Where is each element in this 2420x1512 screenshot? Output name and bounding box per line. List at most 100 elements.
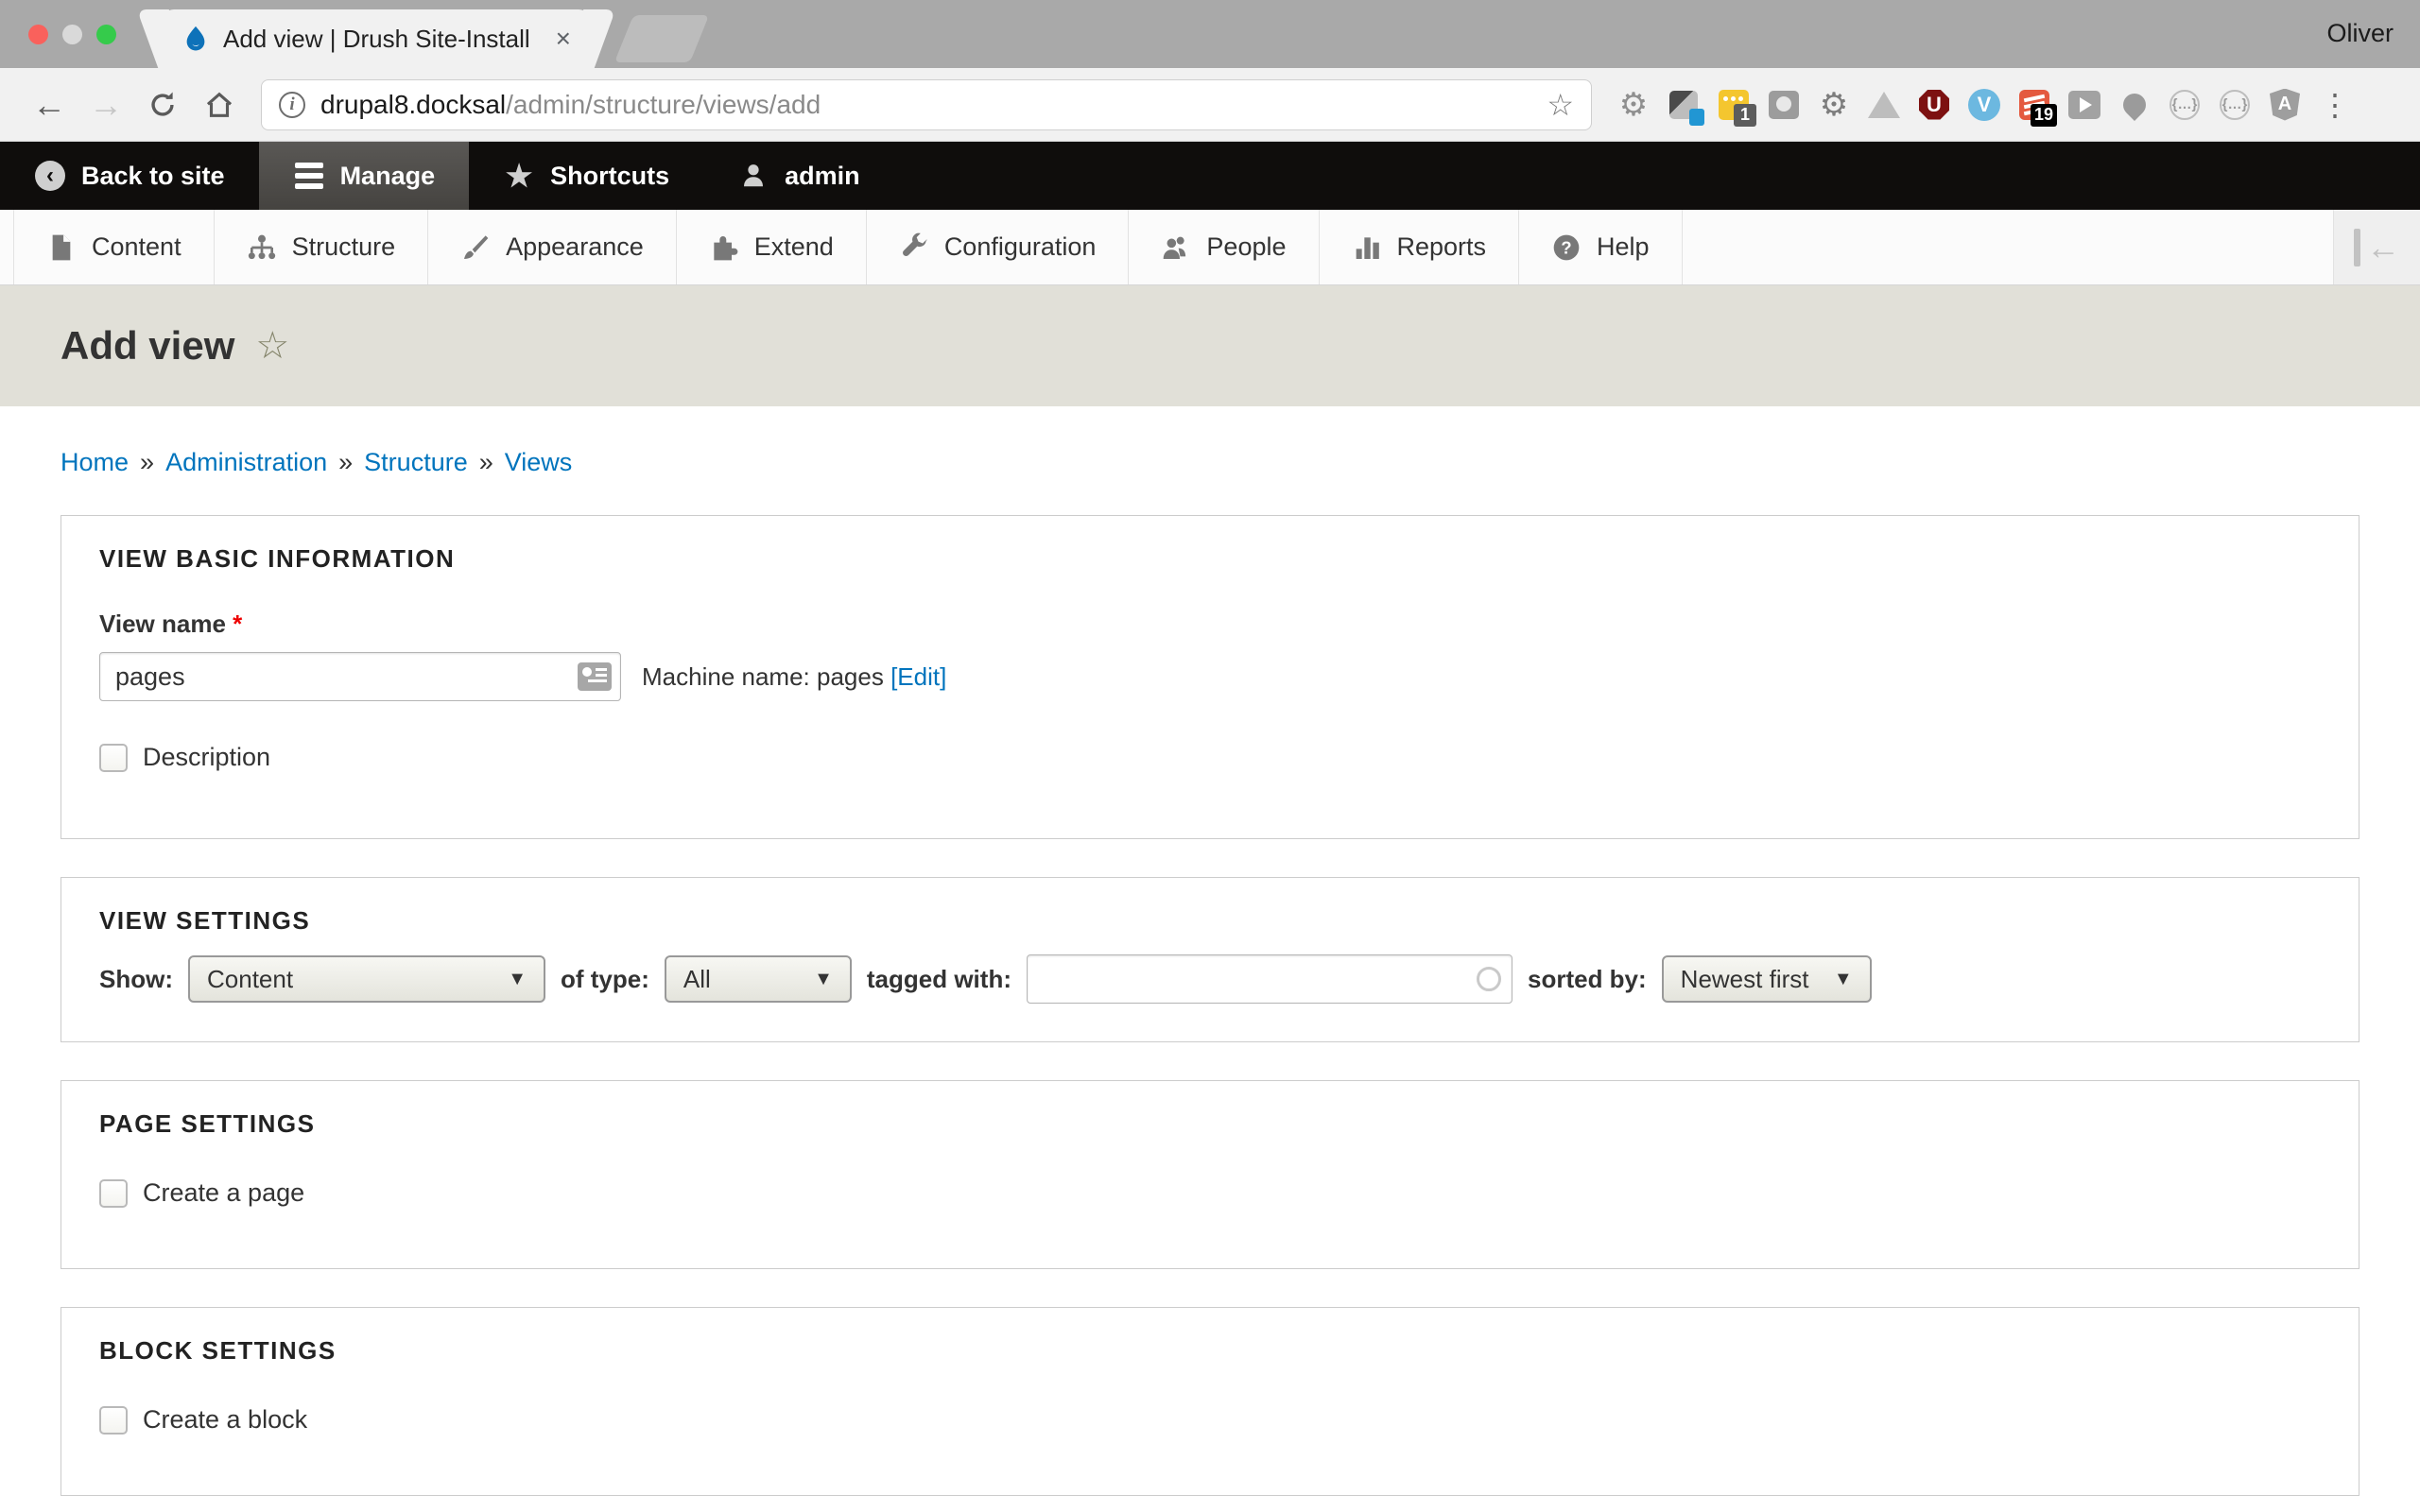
traffic-lights (28, 25, 116, 44)
breadcrumb-structure[interactable]: Structure (364, 448, 468, 477)
gear-extension-icon[interactable]: ⚙ (1616, 88, 1651, 122)
description-label: Description (143, 743, 270, 772)
new-tab-button[interactable] (614, 15, 709, 62)
menu-item-structure[interactable]: Structure (215, 210, 429, 284)
settings-gear-extension-icon[interactable]: ⚙ (1817, 88, 1851, 122)
browser-toolbar: ← → i drupal8.docksal/admin/structure/vi… (0, 68, 2420, 142)
bookmark-star-icon[interactable]: ☆ (1547, 87, 1574, 123)
page-title: Add view (60, 323, 234, 369)
back-button[interactable]: ← (25, 80, 74, 129)
video-extension-icon[interactable] (2067, 88, 2101, 122)
section-heading: VIEW SETTINGS (99, 906, 2321, 936)
menu-item-help[interactable]: ? Help (1519, 210, 1683, 284)
minimize-window-button[interactable] (62, 25, 82, 44)
url-bar[interactable]: i drupal8.docksal/admin/structure/views/… (261, 79, 1592, 130)
tagged-with-field-wrap (1027, 954, 1512, 1004)
required-marker: * (233, 610, 242, 638)
zoom-window-button[interactable] (96, 25, 116, 44)
view-settings-row: Show: Content ▼ of type: All ▼ tagged wi… (99, 954, 2321, 1004)
user-icon (737, 160, 769, 192)
content-document-icon (46, 232, 77, 263)
home-button[interactable] (195, 80, 244, 129)
forward-button[interactable]: → (81, 80, 130, 129)
extension-row: ⚙ 1 ⚙ U V 19 {…} {…} A ⋮ (1616, 88, 2358, 122)
machine-name-text: Machine name: pages [Edit] (642, 662, 946, 692)
description-checkbox[interactable] (99, 744, 128, 772)
autocomplete-throbber-icon (1477, 967, 1501, 991)
collapse-bar-icon (2354, 229, 2360, 266)
colorpicker-extension-icon[interactable] (1667, 88, 1701, 122)
toolbar-collapse-button[interactable]: ← (2333, 210, 2420, 284)
ublock-extension-icon[interactable]: U (1917, 88, 1951, 122)
people-icon (1161, 232, 1191, 263)
browser-tab[interactable]: Add view | Drush Site-Install × (163, 9, 590, 68)
configuration-wrench-icon (899, 232, 929, 263)
page-settings-section: PAGE SETTINGS Create a page (60, 1080, 2360, 1269)
view-name-label: View name * (99, 610, 2321, 639)
screenshot-extension-icon[interactable] (1767, 88, 1801, 122)
site-info-icon[interactable]: i (279, 92, 305, 118)
extend-puzzle-icon (709, 232, 739, 263)
menu-item-people[interactable]: People (1129, 210, 1319, 284)
appearance-brush-icon (460, 232, 491, 263)
shortcuts-tab[interactable]: ★ Shortcuts (469, 142, 703, 210)
browser-profile-name[interactable]: Oliver (2326, 19, 2394, 48)
breadcrumb-views[interactable]: Views (505, 448, 573, 477)
of-type-select[interactable]: All ▼ (665, 955, 852, 1003)
create-page-checkbox[interactable] (99, 1179, 128, 1208)
menu-item-extend[interactable]: Extend (677, 210, 867, 284)
drupal-favicon-icon (182, 25, 210, 53)
json-viewer-extension-icon[interactable]: {…} (2168, 88, 2202, 122)
tab-close-icon[interactable]: × (556, 24, 571, 54)
tagged-with-input[interactable] (1027, 954, 1512, 1004)
drupal-admin-toolbar: ‹ Back to site Manage ★ Shortcuts admin (0, 142, 2420, 210)
menu-item-reports[interactable]: Reports (1320, 210, 1520, 284)
back-to-site-link[interactable]: ‹ Back to site (0, 142, 259, 210)
collapse-arrow-icon: ← (2366, 228, 2400, 267)
of-type-label: of type: (561, 965, 649, 994)
block-settings-section: BLOCK SETTINGS Create a block (60, 1307, 2360, 1496)
reload-icon (147, 89, 179, 121)
main-content: Home » Administration » Structure » View… (0, 406, 2420, 1496)
machine-name-edit-link[interactable]: [Edit] (890, 662, 946, 691)
menu-item-content[interactable]: Content (13, 210, 215, 284)
section-heading: PAGE SETTINGS (99, 1109, 2321, 1139)
view-basic-information-section: VIEW BASIC INFORMATION View name * Machi… (60, 515, 2360, 839)
vimeo-extension-icon[interactable]: V (1967, 88, 2001, 122)
create-block-label: Create a block (143, 1405, 307, 1435)
section-heading: VIEW BASIC INFORMATION (99, 544, 2321, 574)
page-header: Add view ☆ (0, 285, 2420, 406)
menu-item-configuration[interactable]: Configuration (867, 210, 1130, 284)
breadcrumb-administration[interactable]: Administration (165, 448, 327, 477)
structure-sitemap-icon (247, 232, 277, 263)
chevron-down-icon: ▼ (1819, 969, 1853, 990)
password-extension-icon[interactable]: 1 (1717, 88, 1751, 122)
manage-menu-icon (293, 160, 325, 192)
menu-item-appearance[interactable]: Appearance (428, 210, 677, 284)
shortcuts-star-icon: ★ (503, 160, 535, 192)
sorted-by-select[interactable]: Newest first ▼ (1662, 955, 1872, 1003)
tab-title: Add view | Drush Site-Install (223, 25, 530, 54)
angular-extension-icon[interactable]: A (2268, 88, 2302, 122)
url-text: drupal8.docksal/admin/structure/views/ad… (320, 90, 821, 120)
admin-user-tab[interactable]: admin (703, 142, 894, 210)
close-window-button[interactable] (28, 25, 48, 44)
create-block-checkbox[interactable] (99, 1406, 128, 1435)
favorite-star-icon[interactable]: ☆ (255, 324, 289, 368)
drupal-extension-icon[interactable] (2118, 88, 2152, 122)
json-formatter-extension-icon[interactable]: {…} (2218, 88, 2252, 122)
section-heading: BLOCK SETTINGS (99, 1336, 2321, 1366)
create-block-checkbox-row: Create a block (99, 1405, 2321, 1435)
breadcrumb-home[interactable]: Home (60, 448, 129, 477)
view-name-input[interactable] (99, 652, 621, 701)
breadcrumb: Home » Administration » Structure » View… (60, 448, 2360, 477)
browser-menu-icon[interactable]: ⋮ (2318, 88, 2352, 122)
todoist-extension-icon[interactable]: 19 (2017, 88, 2051, 122)
home-icon (203, 89, 235, 121)
show-select[interactable]: Content ▼ (188, 955, 545, 1003)
autofill-contact-icon[interactable] (578, 662, 612, 691)
manage-tab[interactable]: Manage (259, 142, 470, 210)
drive-extension-icon[interactable] (1867, 88, 1901, 122)
view-settings-section: VIEW SETTINGS Show: Content ▼ of type: A… (60, 877, 2360, 1042)
reload-button[interactable] (138, 80, 187, 129)
